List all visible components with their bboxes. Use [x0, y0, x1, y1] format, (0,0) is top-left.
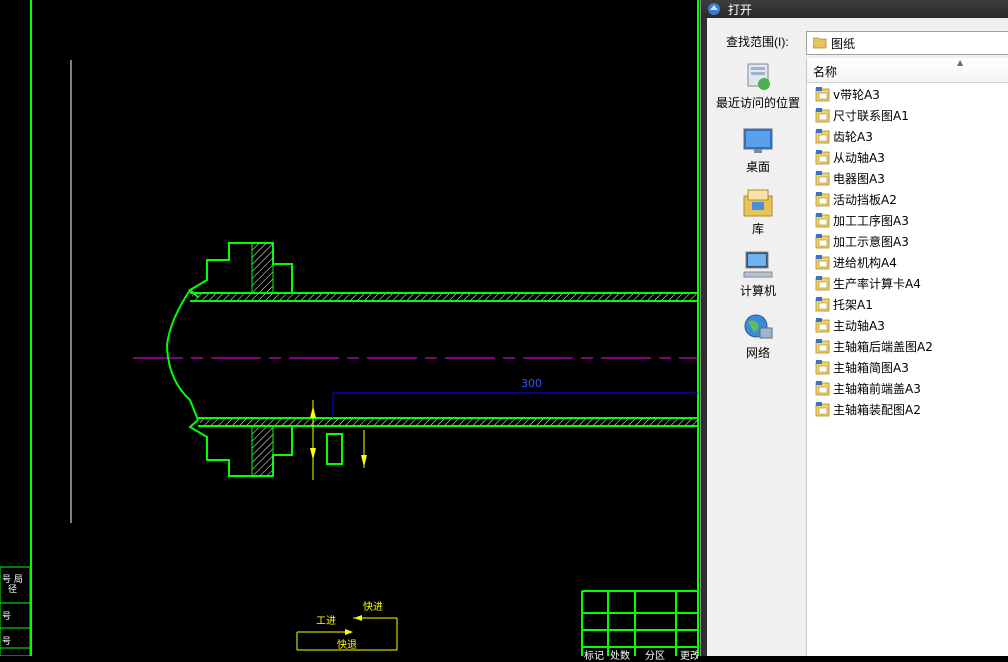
- file-name: 加工示意图A3: [833, 235, 909, 249]
- file-item[interactable]: 主动轴A3: [815, 315, 1005, 335]
- lower-flange-outline: [188, 419, 293, 477]
- file-item[interactable]: 主轴箱前端盖A3: [815, 378, 1005, 398]
- upper-wall-hatch: [192, 294, 698, 300]
- file-name: 主轴箱前端盖A3: [833, 382, 921, 396]
- file-name: 活动挡板A2: [833, 193, 897, 207]
- open-file-dialog: 打开 查找范围(I): 图纸 最近访问的位置 桌面 库 计算机 网络 名称 ▲ …: [700, 0, 1008, 656]
- place-computer[interactable]: 计算机: [711, 250, 805, 299]
- cad-drawing: [0, 0, 699, 656]
- computer-icon: [743, 251, 773, 278]
- cad-file-icon: [815, 171, 830, 186]
- cad-file-icon: [815, 213, 830, 228]
- label-kuaijin: 快进: [363, 602, 383, 613]
- cad-file-icon: [815, 276, 830, 291]
- file-item[interactable]: 主轴箱简图A3: [815, 357, 1005, 377]
- file-item[interactable]: 尺寸联系图A1: [815, 105, 1005, 125]
- sort-arrow-icon: ▲: [957, 58, 964, 67]
- file-name: 主动轴A3: [833, 319, 885, 333]
- dialog-titlebar[interactable]: 打开: [701, 0, 1008, 18]
- lower-wall-hatch: [200, 419, 698, 425]
- cad-file-icon: [815, 129, 830, 144]
- places-bar: 最近访问的位置 桌面 库 计算机 网络: [711, 58, 805, 656]
- file-list: 名称 ▲ v带轮A3 尺寸联系图A1 齿轮A3 从动轴A3 电器图A3 活动挡板A2 加工工…: [806, 58, 1008, 656]
- cad-drawing-canvas[interactable]: 300 工进 快进 快退 号 局 径 号 号 标记 处数 分区 更改: [0, 0, 700, 662]
- app-icon: [708, 3, 720, 15]
- recent-places-icon: [747, 63, 770, 90]
- file-name: 进给机构A4: [833, 256, 897, 270]
- file-item[interactable]: 齿轮A3: [815, 126, 1005, 146]
- cad-file-icon: [815, 297, 830, 312]
- cad-file-icon: [815, 339, 830, 354]
- title-block-bottom-0: 标记: [584, 651, 604, 662]
- cad-file-icon: [815, 360, 830, 375]
- folder-icon: [813, 37, 827, 49]
- lower-hatch: [251, 425, 274, 477]
- dialog-title: 打开: [728, 3, 753, 17]
- title-block-left-2: 号: [2, 612, 12, 622]
- cad-file-icon: [815, 150, 830, 165]
- cad-file-icon: [815, 108, 830, 123]
- title-block-left-1: 径: [8, 585, 18, 595]
- look-in-dropdown[interactable]: 图纸: [806, 31, 1008, 55]
- network-icon: [744, 314, 773, 339]
- cad-file-icon: [815, 255, 830, 270]
- place-network[interactable]: 网络: [711, 312, 805, 361]
- label-gongjin: 工进: [316, 616, 336, 627]
- file-name: 尺寸联系图A1: [833, 109, 909, 123]
- place-desktop[interactable]: 桌面: [711, 126, 805, 175]
- file-item[interactable]: 电器图A3: [815, 168, 1005, 188]
- title-block-bottom-3: 更改: [680, 651, 698, 662]
- tube-end-curve: [165, 289, 199, 421]
- file-item[interactable]: 主轴箱后端盖图A2: [815, 336, 1005, 356]
- file-name: 托架A1: [833, 298, 873, 312]
- place-recent[interactable]: 最近访问的位置: [711, 62, 805, 111]
- cad-file-icon: [815, 192, 830, 207]
- file-name: v带轮A3: [833, 88, 880, 102]
- cad-file-icon: [815, 87, 830, 102]
- libraries-icon: [743, 189, 773, 217]
- place-network-label: 网络: [745, 346, 770, 360]
- file-name: 主轴箱简图A3: [833, 361, 909, 375]
- tool-block: [326, 433, 343, 465]
- cad-file-icon: [815, 234, 830, 249]
- file-name: 齿轮A3: [833, 130, 873, 144]
- cad-file-icon: [815, 318, 830, 333]
- place-libraries[interactable]: 库: [711, 188, 805, 237]
- look-in-value: 图纸: [831, 37, 856, 51]
- file-item[interactable]: 主轴箱装配图A2: [815, 399, 1005, 419]
- file-item[interactable]: 加工工序图A3: [815, 210, 1005, 230]
- upper-hatch: [251, 242, 274, 294]
- file-name: 生产率计算卡A4: [833, 277, 921, 291]
- column-header-label: 名称: [813, 65, 838, 79]
- cad-file-icon: [815, 402, 830, 417]
- place-recent-label: 最近访问的位置: [715, 96, 800, 110]
- file-item[interactable]: v带轮A3: [815, 84, 1005, 104]
- look-in-label: 查找范围(I):: [726, 35, 789, 49]
- file-item[interactable]: 活动挡板A2: [815, 189, 1005, 209]
- file-name: 主轴箱装配图A2: [833, 403, 921, 417]
- place-libraries-label: 库: [751, 222, 764, 236]
- dialog-frame: [701, 18, 707, 656]
- file-item[interactable]: 进给机构A4: [815, 252, 1005, 272]
- file-name: 电器图A3: [833, 172, 885, 186]
- label-kuaitui: 快退: [337, 640, 357, 651]
- file-item[interactable]: 托架A1: [815, 294, 1005, 314]
- file-name: 从动轴A3: [833, 151, 885, 165]
- place-computer-label: 计算机: [739, 284, 776, 298]
- title-block-bottom-1: 处数: [610, 651, 630, 662]
- column-header-name[interactable]: 名称 ▲: [807, 58, 1008, 83]
- file-name: 主轴箱后端盖图A2: [833, 340, 933, 354]
- title-block-left-3: 号: [2, 637, 12, 647]
- file-name: 加工工序图A3: [833, 214, 909, 228]
- place-desktop-label: 桌面: [745, 160, 770, 174]
- desktop-icon: [743, 128, 773, 153]
- file-item[interactable]: 从动轴A3: [815, 147, 1005, 167]
- file-item[interactable]: 生产率计算卡A4: [815, 273, 1005, 293]
- file-item[interactable]: 加工示意图A3: [815, 231, 1005, 251]
- cad-file-icon: [815, 381, 830, 396]
- title-block-bottom-2: 分区: [645, 651, 665, 662]
- dimension-value: 300: [521, 377, 542, 390]
- upper-flange-outline: [188, 242, 293, 298]
